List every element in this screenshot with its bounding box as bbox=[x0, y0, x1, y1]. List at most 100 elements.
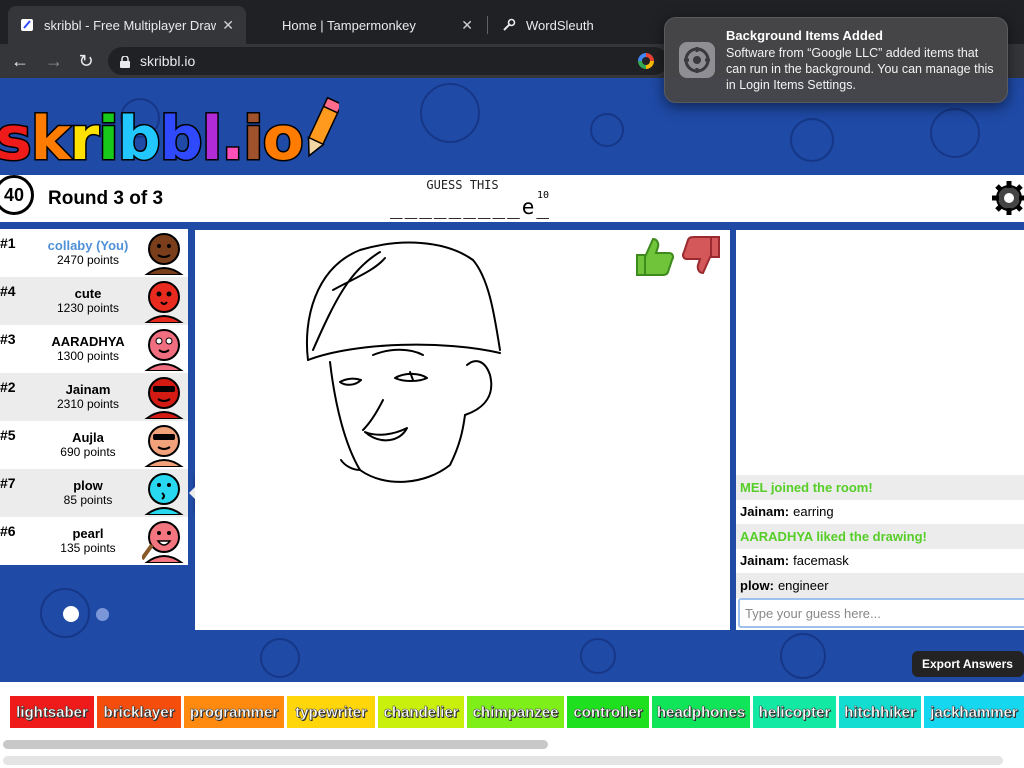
word-length: 10 bbox=[537, 190, 550, 201]
tab-title: skribbl - Free Multiplayer Draw bbox=[44, 17, 217, 33]
drawing-canvas[interactable] bbox=[195, 230, 730, 630]
player-avatar bbox=[142, 279, 186, 324]
notification-title: Background Items Added bbox=[726, 28, 883, 43]
back-arrow-icon[interactable]: ← bbox=[8, 50, 32, 72]
player-avatar bbox=[142, 327, 186, 372]
word-chip[interactable]: helicopter bbox=[753, 696, 836, 728]
player-name: AARADHYA bbox=[51, 334, 125, 349]
player-rank: #2 bbox=[0, 379, 16, 395]
word-chip[interactable]: bricklayer bbox=[97, 696, 181, 728]
forward-arrow-icon[interactable]: → bbox=[42, 50, 66, 72]
guess-input[interactable] bbox=[738, 598, 1024, 628]
player-avatar bbox=[142, 231, 186, 276]
player-row[interactable]: #5 Aujla 690 points bbox=[0, 421, 188, 469]
game-header-bar: 40 Round 3 of 3 GUESS THIS _________e_ 1… bbox=[0, 175, 1024, 222]
pencil-icon bbox=[305, 96, 343, 174]
chat-panel: MEL joined the room! Jainam: earring AARA… bbox=[736, 230, 1024, 630]
chat-message-author: Jainam: bbox=[740, 553, 790, 569]
chat-message-text: facemask bbox=[793, 553, 849, 569]
url-text: skribbl.io bbox=[140, 53, 196, 69]
player-rank: #1 bbox=[0, 235, 16, 251]
player-row[interactable]: #7 plow 85 points bbox=[0, 469, 188, 517]
tab-skribbl[interactable]: skribbl - Free Multiplayer Draw ✕ bbox=[8, 6, 246, 44]
tab-title: Home | Tampermonkey bbox=[282, 17, 416, 33]
player-row[interactable]: #3 AARADHYA 1300 points bbox=[0, 325, 188, 373]
player-points: 690 points bbox=[60, 445, 116, 459]
chat-messages: MEL joined the room! Jainam: earring AARA… bbox=[736, 475, 1024, 598]
skribbl-favicon-icon bbox=[20, 18, 34, 32]
player-list: #1 collaby (You) 2470 points #4 cute 123… bbox=[0, 229, 188, 565]
background-doodle bbox=[420, 83, 480, 143]
carousel-dot[interactable] bbox=[96, 608, 109, 621]
url-bar[interactable]: skribbl.io bbox=[108, 47, 668, 75]
export-answers-button[interactable]: Export Answers bbox=[912, 651, 1024, 677]
tab-close-icon[interactable]: ✕ bbox=[222, 17, 234, 34]
player-rank: #6 bbox=[0, 523, 16, 539]
player-name: Aujla bbox=[72, 430, 104, 445]
chat-message-author: Jainam: bbox=[740, 504, 790, 520]
player-row[interactable]: #6 pearl 135 points bbox=[0, 517, 188, 565]
skribbl-logo: s k r i b b l . i o bbox=[0, 96, 343, 176]
player-avatar bbox=[142, 471, 186, 516]
player-row[interactable]: #4 cute 1230 points bbox=[0, 277, 188, 325]
word-chip[interactable]: typewriter bbox=[287, 696, 375, 728]
carousel-dot-active[interactable] bbox=[63, 606, 79, 622]
skribbl-page: s k r i b b l . i o 40 Round 3 of 3 GUES… bbox=[0, 78, 1024, 768]
tab-close-icon[interactable]: ✕ bbox=[461, 17, 473, 34]
player-name: Jainam bbox=[65, 382, 111, 397]
word-chip[interactable]: headphones bbox=[652, 696, 750, 728]
notification-body: Software from “Google LLC” added items t… bbox=[726, 46, 994, 92]
chat-message-text: engineer bbox=[777, 577, 829, 593]
chat-message-text: earring bbox=[793, 504, 834, 520]
horizontal-scrollbar-track[interactable] bbox=[3, 756, 1003, 765]
word-chip[interactable]: chandelier bbox=[378, 696, 464, 728]
background-doodle bbox=[580, 638, 616, 674]
logo-letter: i bbox=[97, 103, 120, 176]
lock-icon bbox=[120, 55, 130, 68]
player-points: 1230 points bbox=[56, 301, 120, 315]
word-chip[interactable]: jackhammer bbox=[924, 696, 1024, 728]
player-avatar bbox=[142, 375, 186, 420]
word-chip[interactable]: chimpanzee bbox=[467, 696, 564, 728]
logo-letter: b bbox=[158, 103, 204, 176]
player-name: pearl bbox=[72, 526, 104, 541]
background-doodle bbox=[260, 638, 300, 678]
tab-tampermonkey[interactable]: Home | Tampermonkey ✕ bbox=[270, 6, 485, 44]
background-doodle bbox=[780, 633, 826, 679]
tab-title: WordSleuth bbox=[526, 17, 594, 33]
player-rank: #7 bbox=[0, 475, 16, 491]
player-points: 2470 points bbox=[56, 253, 120, 267]
player-points: 2310 points bbox=[56, 397, 120, 411]
background-doodle bbox=[930, 108, 980, 158]
chat-message: Jainam: earring bbox=[736, 500, 1024, 525]
round-timer: 40 bbox=[0, 175, 34, 215]
word-chip[interactable]: programmer bbox=[184, 696, 284, 728]
tab-wordsleuth[interactable]: WordSleuth bbox=[490, 6, 660, 44]
settings-app-icon bbox=[679, 42, 715, 78]
chat-message-text: AARADHYA liked the drawing! bbox=[740, 528, 927, 544]
word-hint: _________e_ bbox=[390, 195, 552, 219]
chat-message: AARADHYA liked the drawing! bbox=[736, 524, 1024, 549]
drawing-engineer-face bbox=[305, 241, 501, 483]
player-rank: #4 bbox=[0, 283, 16, 299]
chat-message: Jainam: facemask bbox=[736, 549, 1024, 574]
thumbs-up-icon[interactable] bbox=[633, 235, 675, 277]
background-items-notification[interactable]: Background Items Added Software from “Go… bbox=[664, 17, 1008, 103]
player-name: cute bbox=[74, 286, 102, 301]
wordsleuth-favicon-icon bbox=[502, 18, 516, 32]
player-row[interactable]: #1 collaby (You) 2470 points bbox=[0, 229, 188, 277]
word-chip[interactable]: lightsaber bbox=[10, 696, 94, 728]
chat-message: plow: engineer bbox=[736, 573, 1024, 598]
thumbs-down-icon[interactable] bbox=[681, 235, 723, 277]
settings-gear-icon[interactable] bbox=[990, 179, 1024, 217]
logo-letter: . bbox=[220, 103, 246, 176]
reload-icon[interactable]: ↻ bbox=[74, 50, 98, 72]
word-chip[interactable]: controller bbox=[567, 696, 649, 728]
google-icon[interactable] bbox=[638, 53, 654, 69]
background-doodle bbox=[590, 113, 624, 147]
player-row[interactable]: #2 Jainam 2310 points bbox=[0, 373, 188, 421]
horizontal-scrollbar-thumb[interactable] bbox=[3, 740, 548, 749]
word-chip[interactable]: hitchhiker bbox=[839, 696, 921, 728]
tab-separator bbox=[487, 16, 488, 34]
logo-letter: b bbox=[116, 103, 162, 176]
